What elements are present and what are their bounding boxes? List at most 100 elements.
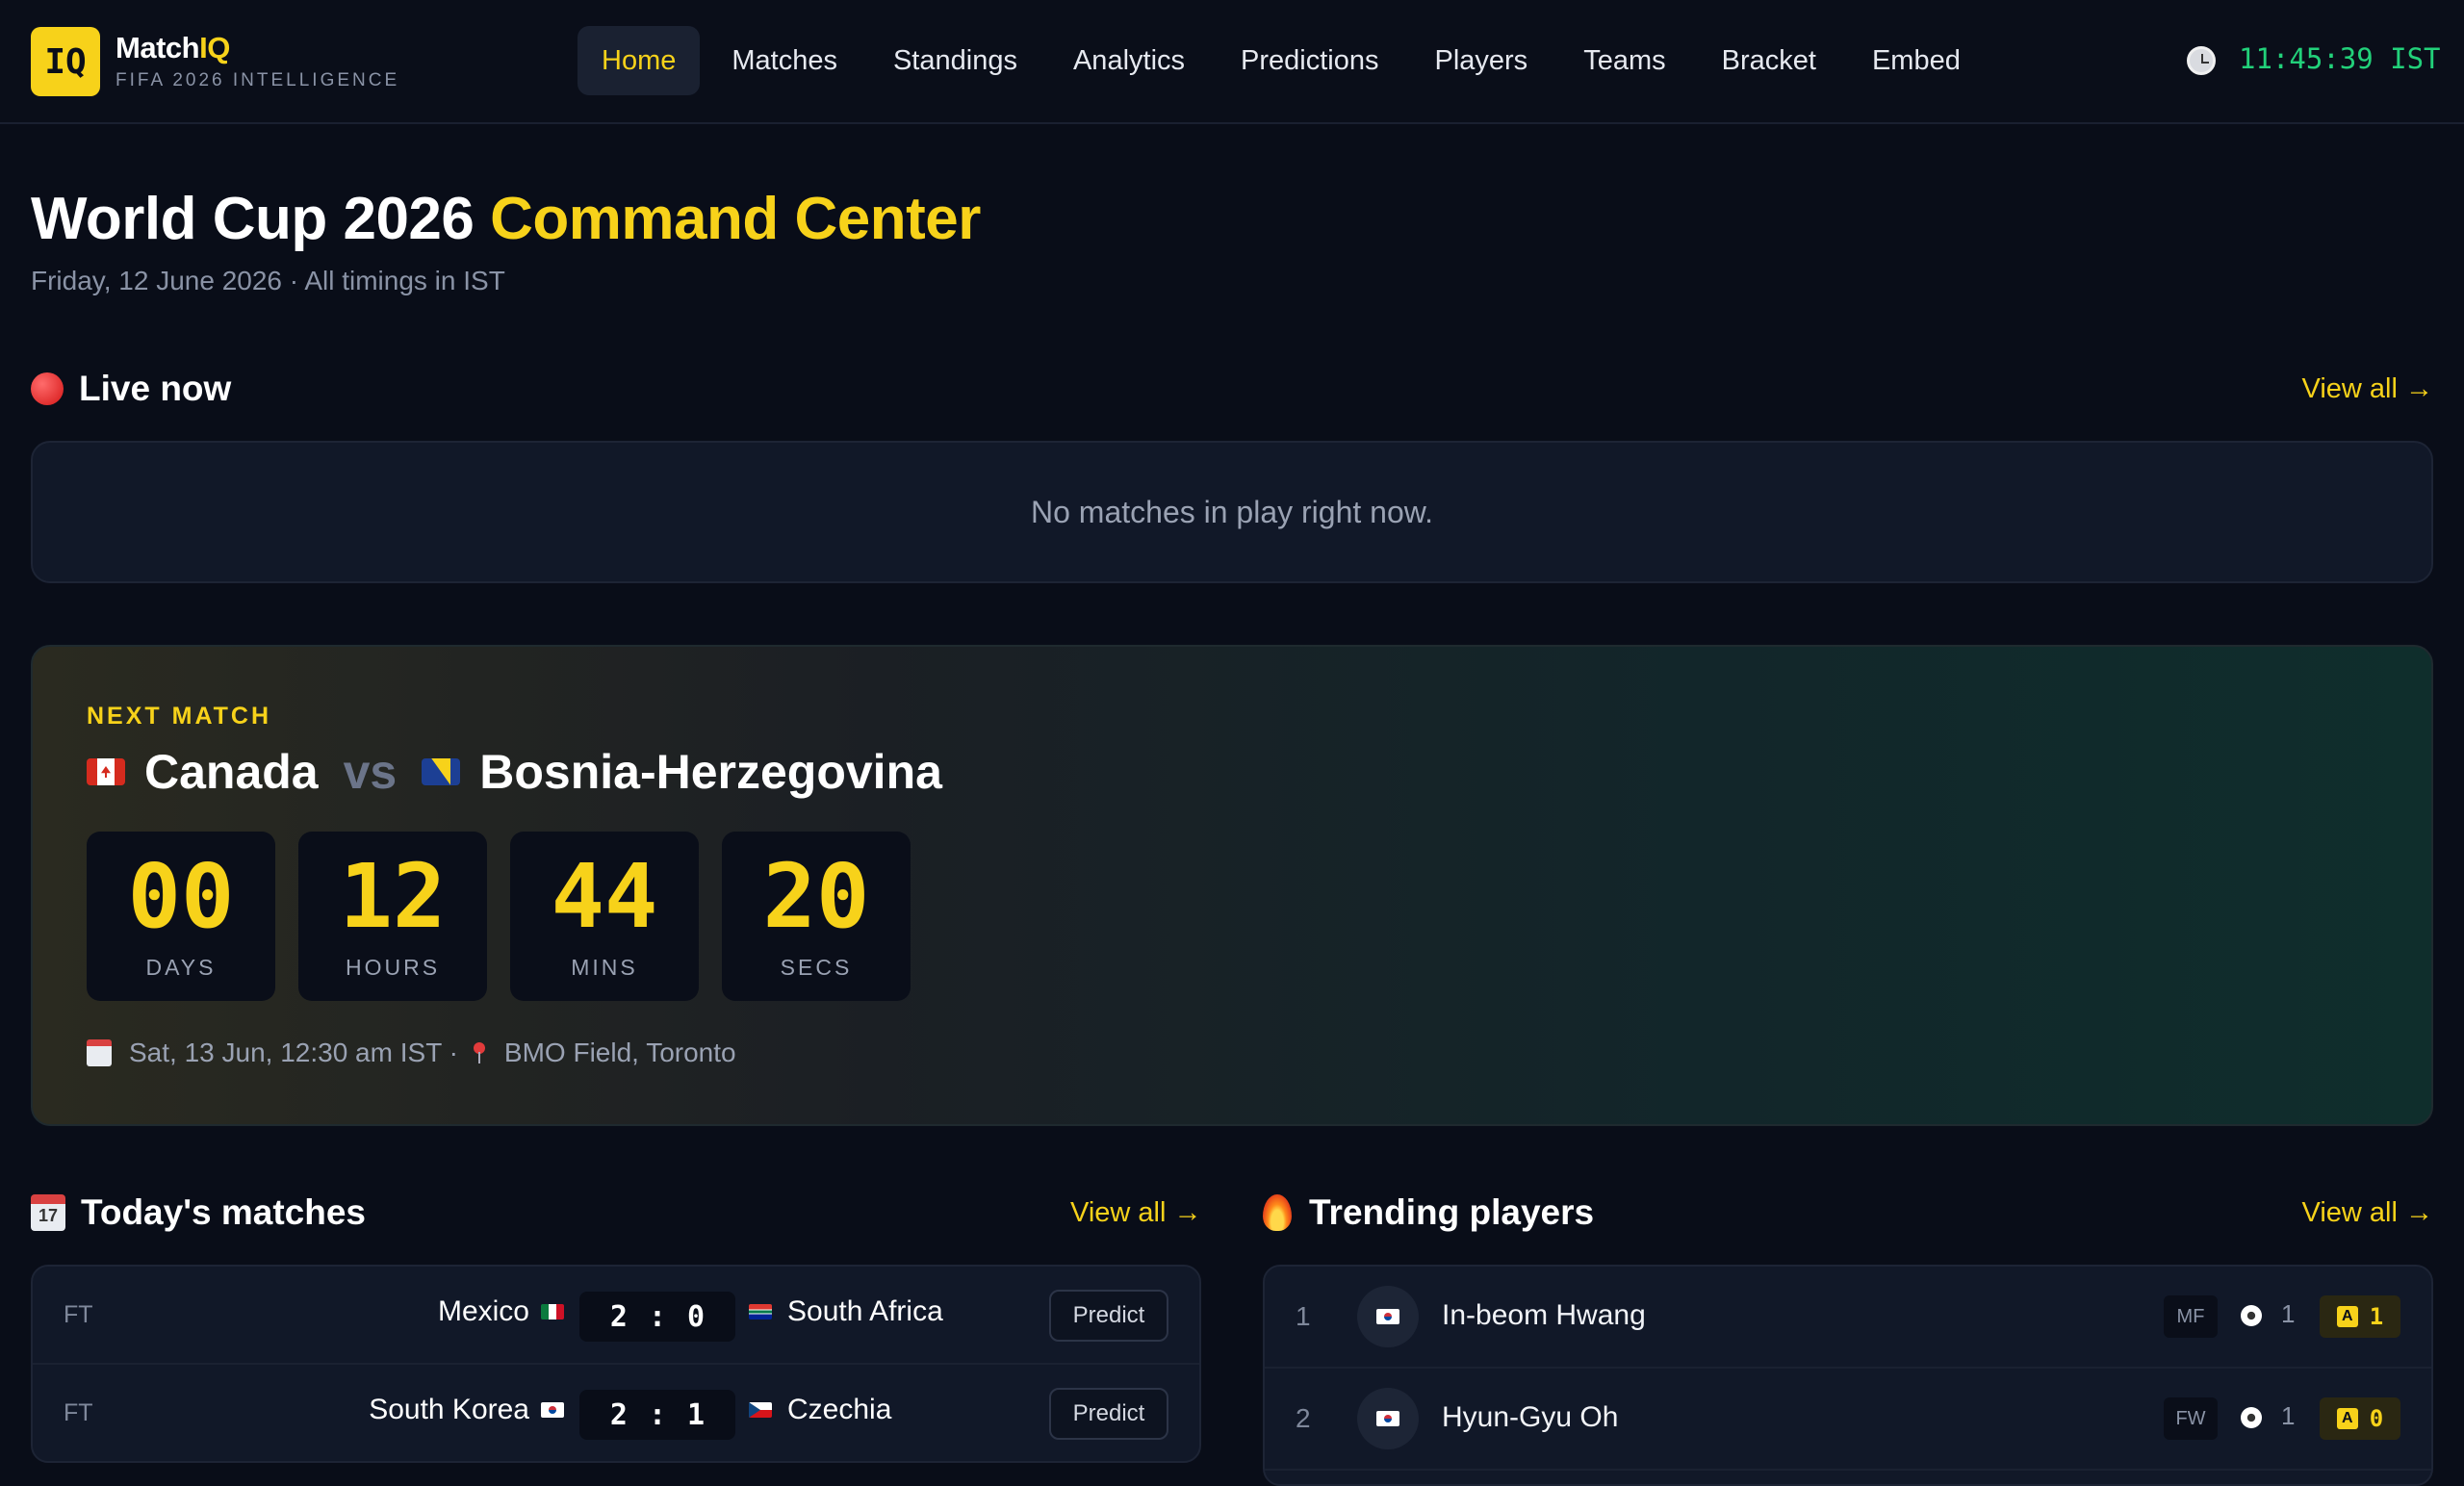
todays-matches-list: FT Mexico 2 : 0 South Africa Predict FT … (31, 1265, 1201, 1463)
player-assists: 1 (2369, 1303, 2384, 1330)
live-view-all-link[interactable]: View all → (2302, 373, 2433, 405)
location-pin-icon (472, 1042, 487, 1063)
countdown-mins: 44 MINS (510, 832, 699, 1001)
away-score: 0 (687, 1299, 706, 1334)
home-score: 2 (609, 1397, 628, 1432)
vs-label: vs (343, 745, 398, 799)
nav-teams[interactable]: Teams (1559, 26, 1689, 95)
live-now-title: Live now (79, 369, 232, 408)
next-match-teams: Canada vs Bosnia-Herzegovina (87, 741, 942, 803)
nav-home[interactable]: Home (578, 26, 701, 95)
home-team-name: Canada (144, 745, 319, 799)
page-title-accent: Command Center (490, 186, 981, 252)
player-avatar (1357, 1388, 1419, 1449)
player-goals: 1 (2281, 1401, 2296, 1430)
trending-players-list: 1 In-beom Hwang MF 1 A 1 2 Hyun-Gyu Oh F… (1263, 1265, 2433, 1486)
brand-name-accent: IQ (199, 31, 230, 64)
away-team-name: Bosnia-Herzegovina (479, 745, 942, 799)
todays-matches-title: Today's matches (81, 1192, 366, 1232)
player-rank: 1 (1296, 1301, 1311, 1331)
live-empty-card: No matches in play right now. (31, 441, 2433, 583)
fire-icon (1263, 1194, 1292, 1231)
south-africa-flag-icon (749, 1304, 772, 1319)
assist-icon: A (2336, 1306, 2358, 1327)
clock-icon (2187, 46, 2216, 75)
top-navbar: IQ MatchIQ FIFA 2026 INTELLIGENCE Home M… (0, 0, 2464, 124)
matches-view-all-link[interactable]: View all → (1070, 1197, 1201, 1229)
player-avatar (1357, 1286, 1419, 1347)
next-match-card[interactable]: NEXT MATCH Canada vs Bosnia-Herzegovina … (31, 645, 2433, 1126)
page-subtitle: Friday, 12 June 2026 · All timings in IS… (31, 266, 505, 295)
live-empty-message: No matches in play right now. (1031, 494, 1433, 529)
nav-standings[interactable]: Standings (869, 26, 1041, 95)
assist-badge: A 0 (2320, 1397, 2400, 1440)
nav-predictions[interactable]: Predictions (1217, 26, 1402, 95)
soccer-ball-icon (2241, 1305, 2262, 1326)
brand-name: MatchIQ (116, 31, 230, 65)
score-separator: : (648, 1397, 667, 1432)
match-home-team: South Korea (369, 1394, 564, 1426)
countdown: 00 DAYS 12 HOURS 44 MINS 20 SECS (87, 832, 911, 1001)
player-position-badge: MF (2164, 1295, 2218, 1338)
page-title-main: World Cup 2026 (31, 186, 475, 252)
canada-flag-icon (87, 758, 125, 785)
player-assists: 0 (2369, 1405, 2384, 1432)
match-row[interactable]: FT South Korea 2 : 1 Czechia Predict (33, 1365, 1199, 1461)
south-korea-flag-icon (1376, 1411, 1399, 1426)
calendar-icon (87, 1039, 112, 1066)
countdown-value: 44 (551, 844, 658, 948)
player-position-badge: FW (2164, 1397, 2218, 1440)
calendar-icon (31, 1194, 65, 1231)
match-away-team: South Africa (749, 1295, 943, 1328)
countdown-days: 00 DAYS (87, 832, 275, 1001)
main-nav: Home Matches Standings Analytics Predict… (578, 26, 1985, 95)
mexico-flag-icon (541, 1304, 564, 1319)
player-row[interactable]: 2 Hyun-Gyu Oh FW 1 A 0 (1265, 1369, 2431, 1471)
next-match-datetime: Sat, 13 Jun, 12:30 am IST · (129, 1038, 458, 1067)
player-rank: 2 (1296, 1403, 1311, 1433)
countdown-label: HOURS (345, 954, 441, 980)
brand-subtitle: FIFA 2026 INTELLIGENCE (116, 70, 400, 90)
next-match-meta: Sat, 13 Jun, 12:30 am IST · BMO Field, T… (87, 1034, 736, 1072)
predict-button[interactable]: Predict (1049, 1290, 1168, 1342)
nav-players[interactable]: Players (1410, 26, 1552, 95)
predict-button[interactable]: Predict (1049, 1388, 1168, 1440)
player-goals: 1 (2281, 1299, 2296, 1328)
live-now-heading: Live now (31, 366, 231, 412)
countdown-secs: 20 SECS (722, 832, 911, 1001)
match-row[interactable]: FT Mexico 2 : 0 South Africa Predict (33, 1267, 1199, 1365)
player-name: Hyun-Gyu Oh (1442, 1401, 1619, 1433)
clock-time: 11:45:39 IST (2239, 42, 2441, 75)
countdown-label: DAYS (145, 954, 217, 980)
red-circle-icon (31, 372, 64, 405)
home-team-name: Mexico (437, 1295, 529, 1327)
home-score: 2 (609, 1299, 628, 1334)
nav-matches[interactable]: Matches (707, 26, 861, 95)
player-row[interactable]: 1 In-beom Hwang MF 1 A 1 (1265, 1267, 2431, 1369)
away-team-name: South Africa (787, 1295, 943, 1327)
nav-analytics[interactable]: Analytics (1049, 26, 1209, 95)
match-status: FT (64, 1301, 93, 1328)
away-team-name: Czechia (787, 1394, 892, 1425)
assist-icon: A (2336, 1408, 2358, 1429)
assist-badge: A 1 (2320, 1295, 2400, 1338)
player-name: In-beom Hwang (1442, 1299, 1646, 1331)
countdown-value: 00 (127, 844, 235, 948)
countdown-label: SECS (780, 954, 853, 980)
nav-embed[interactable]: Embed (1848, 26, 1985, 95)
match-home-team: Mexico (438, 1295, 564, 1328)
nav-bracket[interactable]: Bracket (1698, 26, 1840, 95)
brand-name-main: Match (116, 31, 200, 64)
todays-matches-heading: Today's matches (31, 1190, 366, 1236)
countdown-value: 12 (339, 844, 447, 948)
match-score: 2 : 1 (579, 1390, 735, 1440)
logo[interactable]: IQ (31, 27, 100, 96)
south-korea-flag-icon (1376, 1309, 1399, 1324)
players-view-all-link[interactable]: View all → (2302, 1197, 2433, 1229)
match-status: FT (64, 1399, 93, 1426)
bosnia-flag-icon (422, 758, 461, 785)
away-score: 1 (687, 1397, 706, 1432)
trending-players-heading: Trending players (1263, 1190, 1594, 1236)
trending-players-title: Trending players (1309, 1192, 1595, 1232)
countdown-value: 20 (762, 844, 870, 948)
